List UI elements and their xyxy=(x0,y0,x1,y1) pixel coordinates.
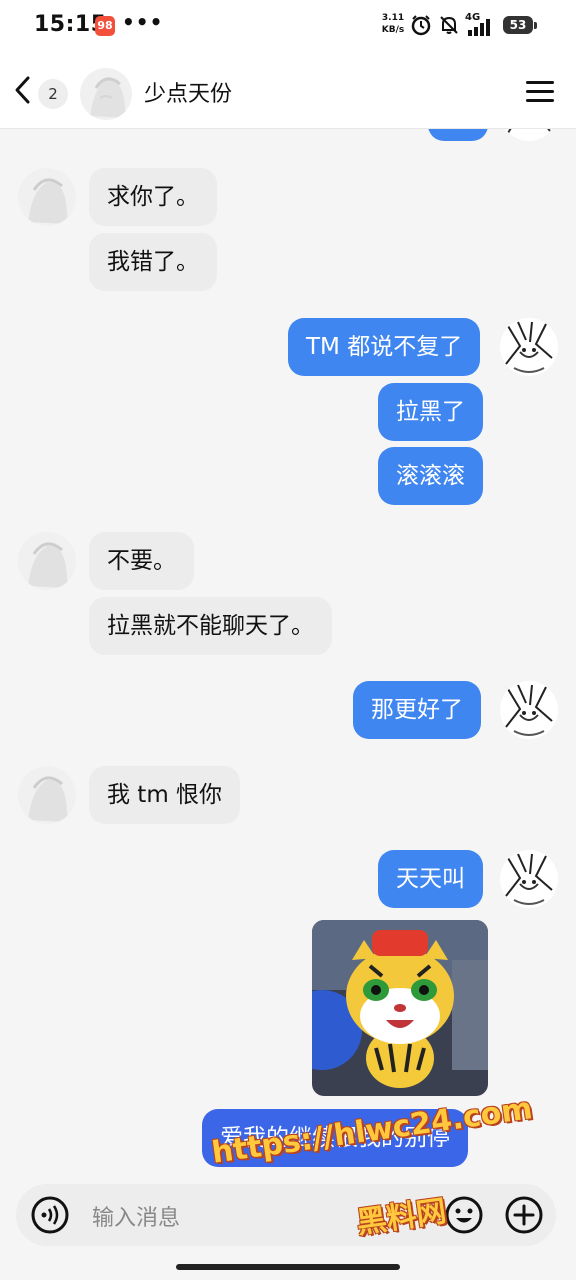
my-avatar[interactable] xyxy=(500,129,558,141)
voice-icon[interactable] xyxy=(30,1195,70,1235)
plus-icon[interactable] xyxy=(504,1195,544,1235)
message-bubble[interactable]: 那更好了 xyxy=(353,681,481,739)
message-bubble[interactable]: TM 都说不复了 xyxy=(288,318,481,376)
mute-icon xyxy=(440,16,458,34)
message-bubble[interactable]: 求你了。 xyxy=(89,168,217,226)
notification-app-icon: 98 xyxy=(95,16,115,36)
message-bubble[interactable]: 拉黑了 xyxy=(378,383,483,441)
my-avatar[interactable] xyxy=(500,850,558,908)
back-icon[interactable] xyxy=(8,72,38,108)
more-notifications-icon: ••• xyxy=(122,10,164,34)
message-bubble[interactable]: 我 tm 恨你 xyxy=(89,766,241,824)
message-bubble-partial[interactable] xyxy=(428,129,488,141)
contact-avatar-small[interactable] xyxy=(18,168,76,226)
contact-avatar[interactable] xyxy=(80,68,132,120)
message-list[interactable]: 求你了。 我错了。 TM 都说不复了 拉黑了 滚滚滚 不要。 拉黑就不能聊天了。… xyxy=(0,129,576,1169)
unread-count-badge: 2 xyxy=(38,79,68,109)
message-input-bar: 输入消息 xyxy=(16,1184,556,1246)
home-indicator[interactable] xyxy=(176,1264,400,1270)
message-bubble[interactable]: 我错了。 xyxy=(89,233,217,291)
message-bubble[interactable]: 天天叫 xyxy=(378,850,483,908)
chat-header: 2 少点天份 xyxy=(0,52,576,129)
battery-indicator: 53 xyxy=(503,16,537,34)
message-bubble[interactable]: 滚滚滚 xyxy=(378,447,483,505)
message-bubble[interactable]: 不要。 xyxy=(89,532,194,590)
alarm-icon xyxy=(411,15,431,36)
message-input[interactable]: 输入消息 xyxy=(92,1200,180,1232)
menu-icon[interactable] xyxy=(526,80,554,102)
my-avatar[interactable] xyxy=(500,318,558,376)
message-bubble[interactable]: 拉黑就不能聊天了。 xyxy=(89,597,332,655)
my-avatar[interactable] xyxy=(500,681,558,739)
contact-avatar-small[interactable] xyxy=(18,532,76,590)
signal-icon xyxy=(468,19,490,36)
emoji-icon[interactable] xyxy=(444,1195,484,1235)
cartoon-tiger-sticker[interactable] xyxy=(312,920,488,1096)
status-bar: 15:15 98 ••• 3.11 KB/s 4G 53 xyxy=(0,0,576,52)
contact-name[interactable]: 少点天份 xyxy=(144,76,232,108)
network-speed: 3.11 KB/s xyxy=(381,13,405,35)
contact-avatar-small[interactable] xyxy=(18,766,76,824)
